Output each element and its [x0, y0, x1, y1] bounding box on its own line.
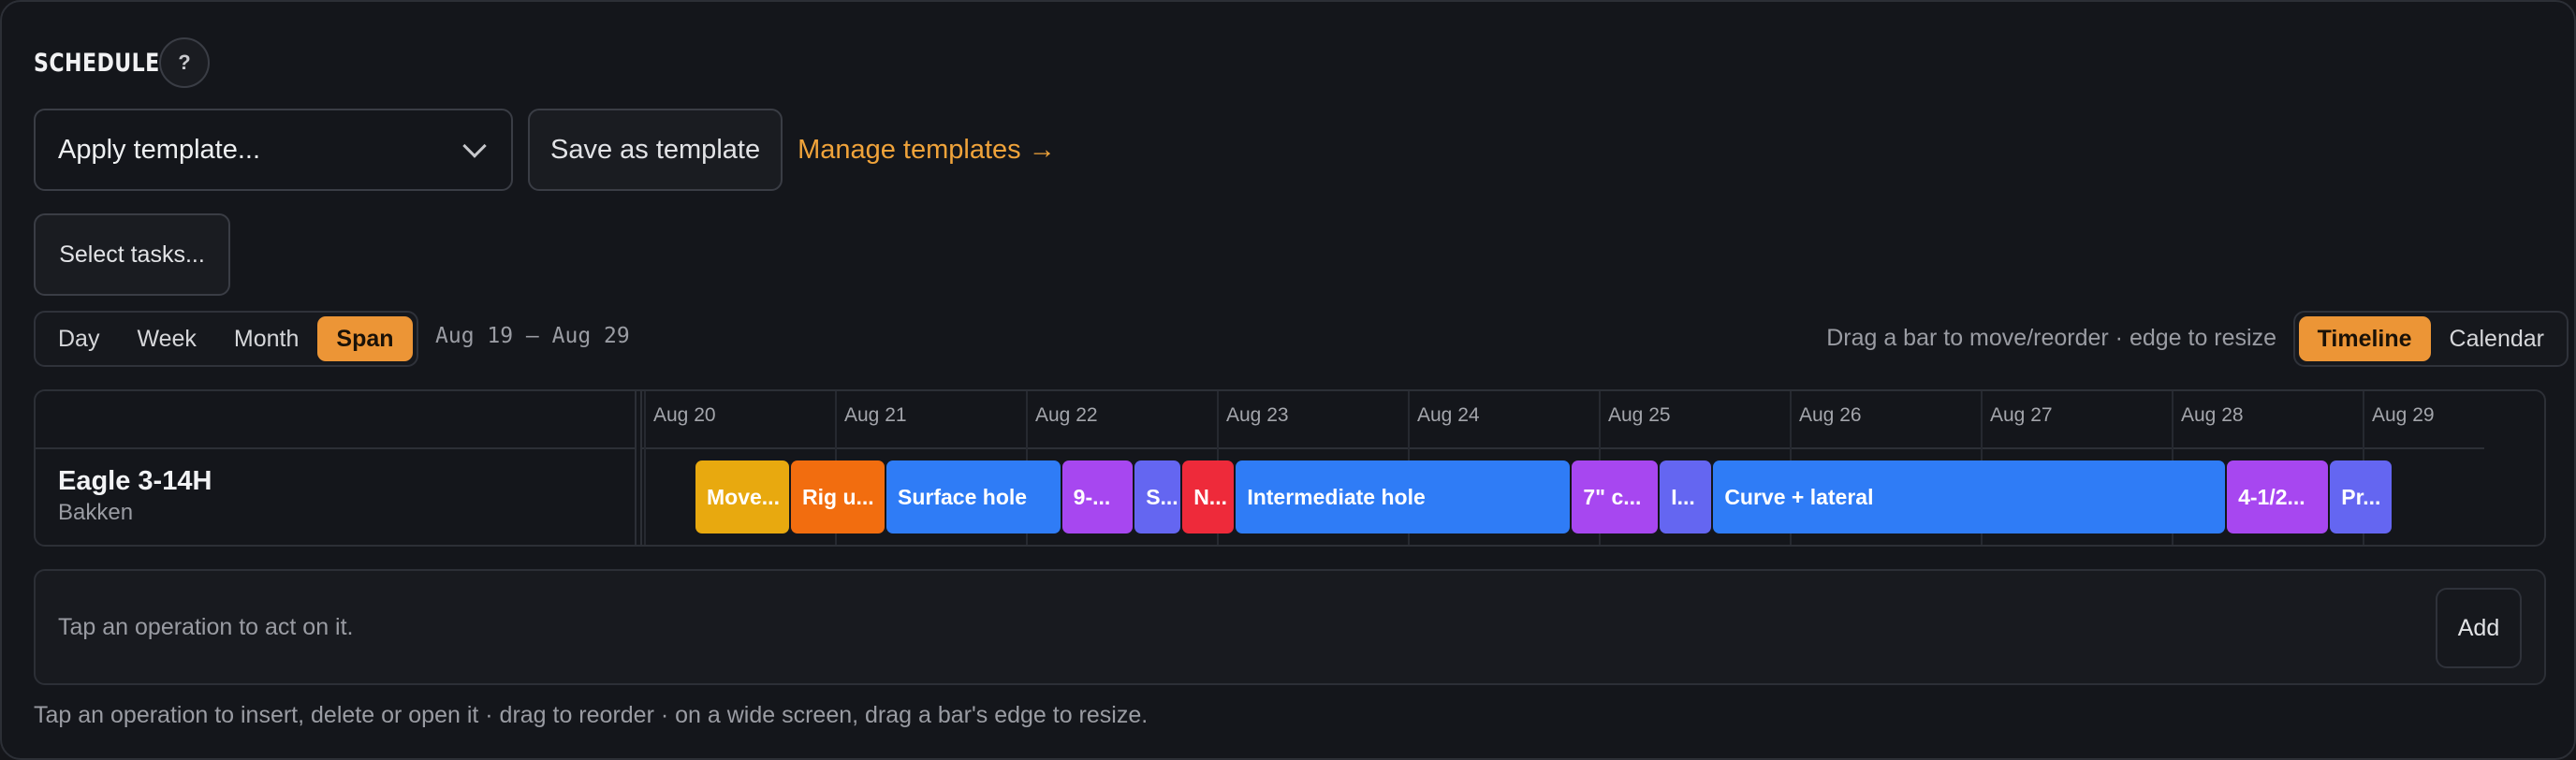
day-column: Aug 20 — [644, 391, 716, 545]
chevron-down-icon — [462, 134, 487, 158]
day-label: Aug 25 — [1608, 404, 1671, 426]
manage-templates-link[interactable]: Manage templates → — [798, 135, 1056, 166]
day-label: Aug 27 — [1990, 404, 2053, 426]
range-option-span[interactable]: Span — [317, 316, 413, 361]
range-segmented-control: Day Week Month Span — [34, 311, 418, 367]
operation-bar[interactable]: 4-1/2... — [2227, 460, 2329, 533]
timeline-footer-divider — [642, 545, 2484, 547]
range-option-week[interactable]: Week — [118, 316, 214, 361]
well-basin: Bakken — [58, 500, 134, 525]
operation-bar[interactable]: Intermediate hole — [1236, 460, 1571, 533]
apply-template-label: Apply template... — [58, 134, 260, 165]
timeline-grid: Aug 20 Aug 21 Aug 22 Aug 23 Aug 24 Aug 25 Aug … — [642, 391, 2544, 547]
drag-hint: Drag a bar to move/reorder · edge to res… — [1826, 325, 2276, 351]
select-tasks-button[interactable]: Select tasks... — [34, 213, 230, 296]
operation-bar[interactable]: N... — [1182, 460, 1235, 533]
day-label: Aug 26 — [1799, 404, 1862, 426]
operation-bar[interactable]: Move... — [695, 460, 789, 533]
schedule-panel: SCHEDULE ? Apply template... Save as tem… — [0, 0, 2576, 760]
timeline: Eagle 3-14H Bakken Aug 20 Aug 21 Aug 22 Aug… — [34, 389, 2546, 547]
operation-bar[interactable]: S... — [1134, 460, 1181, 533]
row-header-divider — [36, 447, 637, 449]
well-name: Eagle 3-14H — [58, 466, 212, 496]
day-label: Aug 22 — [1035, 404, 1098, 426]
operation-bar[interactable]: I... — [1660, 460, 1712, 533]
operation-bar[interactable]: Rig u... — [791, 460, 885, 533]
template-toolbar: Apply template... Save as template Manag… — [34, 109, 1056, 191]
day-label: Aug 28 — [2181, 404, 2244, 426]
schedule-title: SCHEDULE — [34, 48, 160, 78]
view-segmented-control: Timeline Calendar — [2292, 311, 2569, 367]
day-label: Aug 21 — [844, 404, 907, 426]
action-panel: Tap an operation to act on it. Add — [34, 569, 2546, 685]
operation-bar[interactable]: Curve + lateral — [1713, 460, 2226, 533]
day-label: Aug 20 — [653, 404, 716, 426]
day-label: Aug 24 — [1417, 404, 1480, 426]
schedule-header: SCHEDULE ? — [34, 37, 210, 88]
action-prompt: Tap an operation to act on it. — [58, 614, 354, 640]
operation-bar[interactable]: Pr... — [2330, 460, 2392, 533]
save-as-template-button[interactable]: Save as template — [528, 109, 783, 191]
day-label: Aug 23 — [1226, 404, 1289, 426]
operation-bar[interactable]: Surface hole — [886, 460, 1061, 533]
operation-bar[interactable]: 7" c... — [1572, 460, 1659, 533]
operation-bar[interactable]: 9-... — [1061, 460, 1134, 533]
day-label: Aug 29 — [2372, 404, 2435, 426]
view-option-calendar[interactable]: Calendar — [2431, 316, 2563, 361]
date-range-label: Aug 19 – Aug 29 — [435, 324, 630, 348]
apply-template-select[interactable]: Apply template... — [34, 109, 513, 191]
footer-hint: Tap an operation to insert, delete or op… — [34, 702, 1149, 728]
view-option-timeline[interactable]: Timeline — [2298, 316, 2431, 361]
range-option-day[interactable]: Day — [39, 316, 118, 361]
timeline-header-divider — [642, 447, 2484, 449]
range-option-month[interactable]: Month — [215, 316, 317, 361]
help-button[interactable]: ? — [159, 37, 210, 88]
add-button[interactable]: Add — [2436, 588, 2522, 668]
